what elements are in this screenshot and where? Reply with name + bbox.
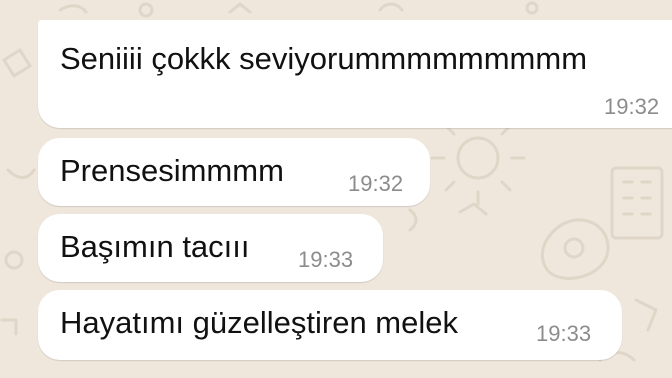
message-text: Başımın tacııı (60, 229, 250, 264)
message-bubble[interactable]: Prensesimmmm 19:32 (38, 138, 430, 206)
message-text: Seniiii çokkk seviyorummmmmmmmm (60, 41, 588, 76)
message-text: Hayatımı güzelleştiren melek (60, 305, 458, 340)
message-timestamp: 19:33 (298, 247, 354, 272)
message-bubble[interactable]: Seniiii çokkk seviyorummmmmmmmm 19:32 (38, 20, 672, 128)
message-text: Prensesimmmm (60, 153, 284, 188)
message-bubble[interactable]: Hayatımı güzelleştiren melek 19:33 (38, 290, 622, 360)
message-timestamp: 19:32 (604, 94, 660, 119)
message-timestamp: 19:33 (536, 321, 592, 346)
message-bubble[interactable]: Başımın tacııı 19:33 (38, 214, 383, 282)
message-timestamp: 19:32 (348, 171, 404, 196)
